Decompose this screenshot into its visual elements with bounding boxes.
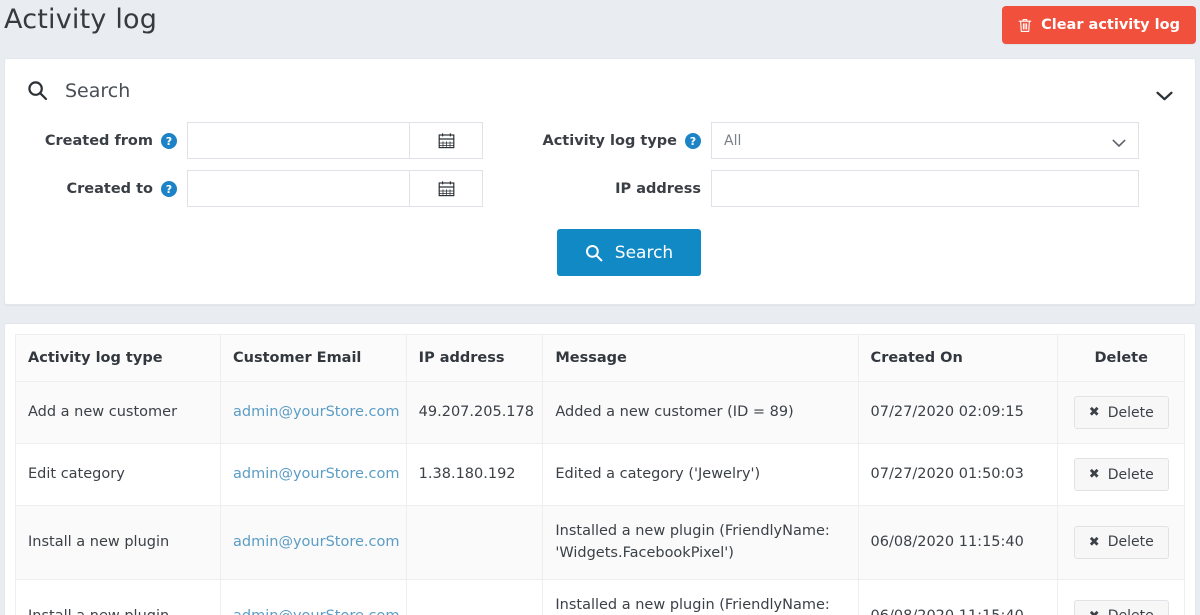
cell-delete: ✖ Delete — [1058, 444, 1185, 506]
created-from-label: Created from ? — [5, 133, 187, 149]
activity-log-table-card: Activity log type Customer Email IP addr… — [4, 323, 1196, 615]
activity-log-type-label: Activity log type ? — [487, 133, 711, 149]
search-button[interactable]: Search — [557, 229, 701, 276]
column-header-ip-address: IP address — [406, 335, 543, 382]
cell-created-on: 07/27/2020 01:50:03 — [858, 444, 1058, 506]
chevron-down-icon — [1112, 136, 1126, 145]
created-from-calendar-button[interactable] — [409, 122, 483, 159]
customer-email-link[interactable]: admin@yourStore.com — [233, 466, 399, 482]
created-to-calendar-button[interactable] — [409, 170, 483, 207]
cell-customer-email: admin@yourStore.com — [221, 382, 407, 444]
search-icon — [27, 80, 48, 101]
chevron-down-icon[interactable] — [1156, 86, 1173, 96]
cell-delete: ✖ Delete — [1058, 382, 1185, 444]
column-header-delete: Delete — [1058, 335, 1185, 382]
table-body: Add a new customer admin@yourStore.com 49.… — [16, 382, 1185, 615]
delete-row-button[interactable]: ✖ Delete — [1074, 458, 1169, 491]
close-x-icon: ✖ — [1089, 405, 1100, 420]
activity-log-type-selected-value: All — [724, 133, 741, 149]
customer-email-link[interactable]: admin@yourStore.com — [233, 608, 399, 615]
cell-activity-log-type: Add a new customer — [16, 382, 221, 444]
delete-row-button[interactable]: ✖ Delete — [1074, 396, 1169, 429]
cell-ip-address — [406, 506, 543, 580]
cell-message: Installed a new plugin (FriendlyName: 'W… — [543, 506, 858, 580]
table-row: Edit category admin@yourStore.com 1.38.180… — [16, 444, 1185, 506]
activity-log-type-select[interactable]: All — [711, 122, 1139, 159]
column-header-customer-email: Customer Email — [221, 335, 407, 382]
created-to-field-wrap — [187, 170, 487, 207]
page-header: Activity log Clear activity log — [0, 0, 1200, 58]
table-header-row: Activity log type Customer Email IP addr… — [16, 335, 1185, 382]
cell-created-on: 07/27/2020 02:09:15 — [858, 382, 1058, 444]
cell-ip-address: 1.38.180.192 — [406, 444, 543, 506]
svg-text:?: ? — [166, 135, 172, 148]
delete-button-label: Delete — [1108, 405, 1154, 421]
search-panel-header[interactable]: Search — [5, 59, 1195, 122]
ip-address-input[interactable] — [711, 170, 1139, 207]
svg-text:?: ? — [690, 135, 696, 148]
delete-row-button[interactable]: ✖ Delete — [1074, 526, 1169, 559]
clear-activity-log-button[interactable]: Clear activity log — [1002, 6, 1196, 44]
column-header-created-on: Created On — [858, 335, 1058, 382]
cell-ip-address: 49.207.205.178 — [406, 382, 543, 444]
cell-customer-email: admin@yourStore.com — [221, 506, 407, 580]
cell-created-on: 06/08/2020 11:15:40 — [858, 506, 1058, 580]
delete-button-label: Delete — [1108, 608, 1154, 615]
calendar-icon — [438, 180, 455, 197]
cell-delete: ✖ Delete — [1058, 506, 1185, 580]
search-panel: Search Created from ? — [4, 58, 1196, 305]
customer-email-link[interactable]: admin@yourStore.com — [233, 534, 399, 550]
search-button-row: Search — [5, 207, 1195, 304]
ip-address-label: IP address — [487, 181, 711, 197]
created-from-label-text: Created from — [45, 133, 153, 149]
column-header-activity-log-type: Activity log type — [16, 335, 221, 382]
ip-address-field-wrap — [711, 170, 1143, 207]
cell-created-on: 06/08/2020 11:15:40 — [858, 579, 1058, 615]
calendar-icon — [438, 132, 455, 149]
page-title: Activity log — [4, 4, 157, 35]
table-row: Install a new plugin admin@yourStore.com I… — [16, 579, 1185, 615]
created-to-input[interactable] — [187, 170, 409, 207]
close-x-icon: ✖ — [1089, 467, 1100, 482]
cell-customer-email: admin@yourStore.com — [221, 579, 407, 615]
close-x-icon: ✖ — [1089, 609, 1100, 615]
cell-delete: ✖ Delete — [1058, 579, 1185, 615]
cell-message: Edited a category ('Jewelry') — [543, 444, 858, 506]
cell-activity-log-type: Install a new plugin — [16, 579, 221, 615]
question-circle-icon[interactable]: ? — [685, 133, 701, 149]
search-panel-title: Search — [65, 80, 130, 102]
delete-row-button[interactable]: ✖ Delete — [1074, 600, 1169, 615]
close-x-icon: ✖ — [1089, 535, 1100, 550]
created-from-input[interactable] — [187, 122, 409, 159]
search-form: Created from ? — [5, 122, 1195, 207]
ip-address-label-text: IP address — [615, 181, 701, 197]
trash-icon — [1018, 18, 1032, 33]
activity-log-type-field-wrap: All — [711, 122, 1143, 159]
customer-email-link[interactable]: admin@yourStore.com — [233, 404, 399, 420]
question-circle-icon[interactable]: ? — [161, 181, 177, 197]
created-to-label-text: Created to — [67, 181, 154, 197]
column-header-message: Message — [543, 335, 858, 382]
clear-activity-log-label: Clear activity log — [1041, 17, 1180, 33]
delete-button-label: Delete — [1108, 467, 1154, 483]
activity-log-table: Activity log type Customer Email IP addr… — [15, 334, 1185, 615]
table-row: Install a new plugin admin@yourStore.com I… — [16, 506, 1185, 580]
cell-ip-address — [406, 579, 543, 615]
svg-text:?: ? — [166, 183, 172, 196]
cell-message: Installed a new plugin (FriendlyName: 'S… — [543, 579, 858, 615]
cell-activity-log-type: Edit category — [16, 444, 221, 506]
created-from-field-wrap — [187, 122, 487, 159]
cell-activity-log-type: Install a new plugin — [16, 506, 221, 580]
delete-button-label: Delete — [1108, 534, 1154, 550]
created-to-label: Created to ? — [5, 181, 187, 197]
cell-customer-email: admin@yourStore.com — [221, 444, 407, 506]
cell-message: Added a new customer (ID = 89) — [543, 382, 858, 444]
question-circle-icon[interactable]: ? — [161, 133, 177, 149]
search-icon — [585, 244, 603, 262]
table-row: Add a new customer admin@yourStore.com 49.… — [16, 382, 1185, 444]
activity-log-type-label-text: Activity log type — [542, 133, 677, 149]
search-button-label: Search — [615, 243, 673, 263]
